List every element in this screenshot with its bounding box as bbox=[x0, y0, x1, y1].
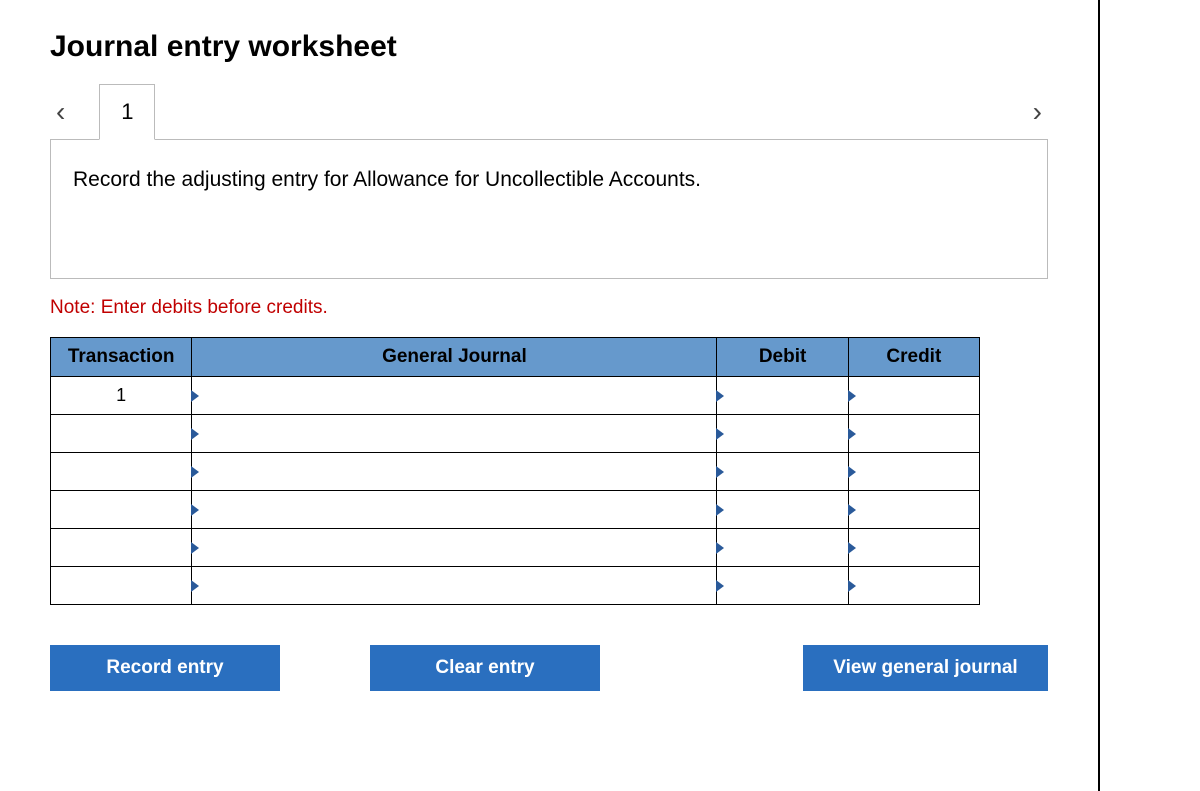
dropdown-triangle-icon bbox=[191, 542, 199, 554]
view-general-journal-button[interactable]: View general journal bbox=[803, 645, 1048, 691]
cell-debit[interactable] bbox=[717, 377, 848, 415]
dropdown-triangle-icon bbox=[191, 466, 199, 478]
table-row bbox=[51, 567, 980, 605]
dropdown-triangle-icon bbox=[191, 504, 199, 516]
page-title: Journal entry worksheet bbox=[50, 30, 1048, 64]
cell-general-journal[interactable] bbox=[192, 415, 717, 453]
dropdown-triangle-icon bbox=[716, 580, 724, 592]
cell-transaction[interactable] bbox=[51, 415, 192, 453]
cell-debit[interactable] bbox=[717, 453, 848, 491]
cell-general-journal[interactable] bbox=[192, 529, 717, 567]
cell-credit[interactable] bbox=[848, 415, 979, 453]
cell-credit[interactable] bbox=[848, 529, 979, 567]
chevron-right-icon[interactable]: › bbox=[1027, 96, 1048, 128]
cell-general-journal[interactable] bbox=[192, 453, 717, 491]
tab-1[interactable]: 1 bbox=[99, 84, 155, 140]
cell-general-journal[interactable] bbox=[192, 491, 717, 529]
record-entry-button[interactable]: Record entry bbox=[50, 645, 280, 691]
header-transaction: Transaction bbox=[51, 338, 192, 377]
cell-transaction[interactable] bbox=[51, 567, 192, 605]
header-credit: Credit bbox=[848, 338, 979, 377]
cell-transaction[interactable] bbox=[51, 529, 192, 567]
dropdown-triangle-icon bbox=[716, 542, 724, 554]
cell-debit[interactable] bbox=[717, 491, 848, 529]
header-debit: Debit bbox=[717, 338, 848, 377]
cell-credit[interactable] bbox=[848, 453, 979, 491]
dropdown-triangle-icon bbox=[848, 466, 856, 478]
dropdown-triangle-icon bbox=[716, 504, 724, 516]
instruction-box: Record the adjusting entry for Allowance… bbox=[50, 139, 1048, 279]
chevron-left-icon[interactable]: ‹ bbox=[50, 96, 71, 128]
dropdown-triangle-icon bbox=[716, 466, 724, 478]
dropdown-triangle-icon bbox=[848, 580, 856, 592]
table-row bbox=[51, 491, 980, 529]
cell-credit[interactable] bbox=[848, 377, 979, 415]
dropdown-triangle-icon bbox=[848, 504, 856, 516]
dropdown-triangle-icon bbox=[191, 390, 199, 402]
journal-tbody: 1 bbox=[51, 377, 980, 605]
dropdown-triangle-icon bbox=[191, 580, 199, 592]
cell-transaction[interactable]: 1 bbox=[51, 377, 192, 415]
clear-entry-button[interactable]: Clear entry bbox=[370, 645, 600, 691]
dropdown-triangle-icon bbox=[716, 428, 724, 440]
header-general-journal: General Journal bbox=[192, 338, 717, 377]
cell-credit[interactable] bbox=[848, 567, 979, 605]
worksheet-container: Journal entry worksheet ‹ 1 › Record the… bbox=[0, 0, 1100, 791]
dropdown-triangle-icon bbox=[716, 390, 724, 402]
cell-transaction[interactable] bbox=[51, 453, 192, 491]
tab-nav-row: ‹ 1 › bbox=[50, 84, 1048, 140]
tab-nav-left: ‹ 1 bbox=[50, 84, 155, 140]
note-text: Note: Enter debits before credits. bbox=[50, 297, 1048, 319]
table-row bbox=[51, 415, 980, 453]
table-row: 1 bbox=[51, 377, 980, 415]
dropdown-triangle-icon bbox=[191, 428, 199, 440]
cell-debit[interactable] bbox=[717, 567, 848, 605]
cell-general-journal[interactable] bbox=[192, 567, 717, 605]
cell-debit[interactable] bbox=[717, 415, 848, 453]
table-row bbox=[51, 453, 980, 491]
cell-general-journal[interactable] bbox=[192, 377, 717, 415]
cell-transaction[interactable] bbox=[51, 491, 192, 529]
dropdown-triangle-icon bbox=[848, 428, 856, 440]
cell-credit[interactable] bbox=[848, 491, 979, 529]
cell-debit[interactable] bbox=[717, 529, 848, 567]
button-row: Record entry Clear entry View general jo… bbox=[50, 645, 1048, 691]
table-row bbox=[51, 529, 980, 567]
dropdown-triangle-icon bbox=[848, 390, 856, 402]
dropdown-triangle-icon bbox=[848, 542, 856, 554]
journal-table: Transaction General Journal Debit Credit… bbox=[50, 337, 980, 605]
